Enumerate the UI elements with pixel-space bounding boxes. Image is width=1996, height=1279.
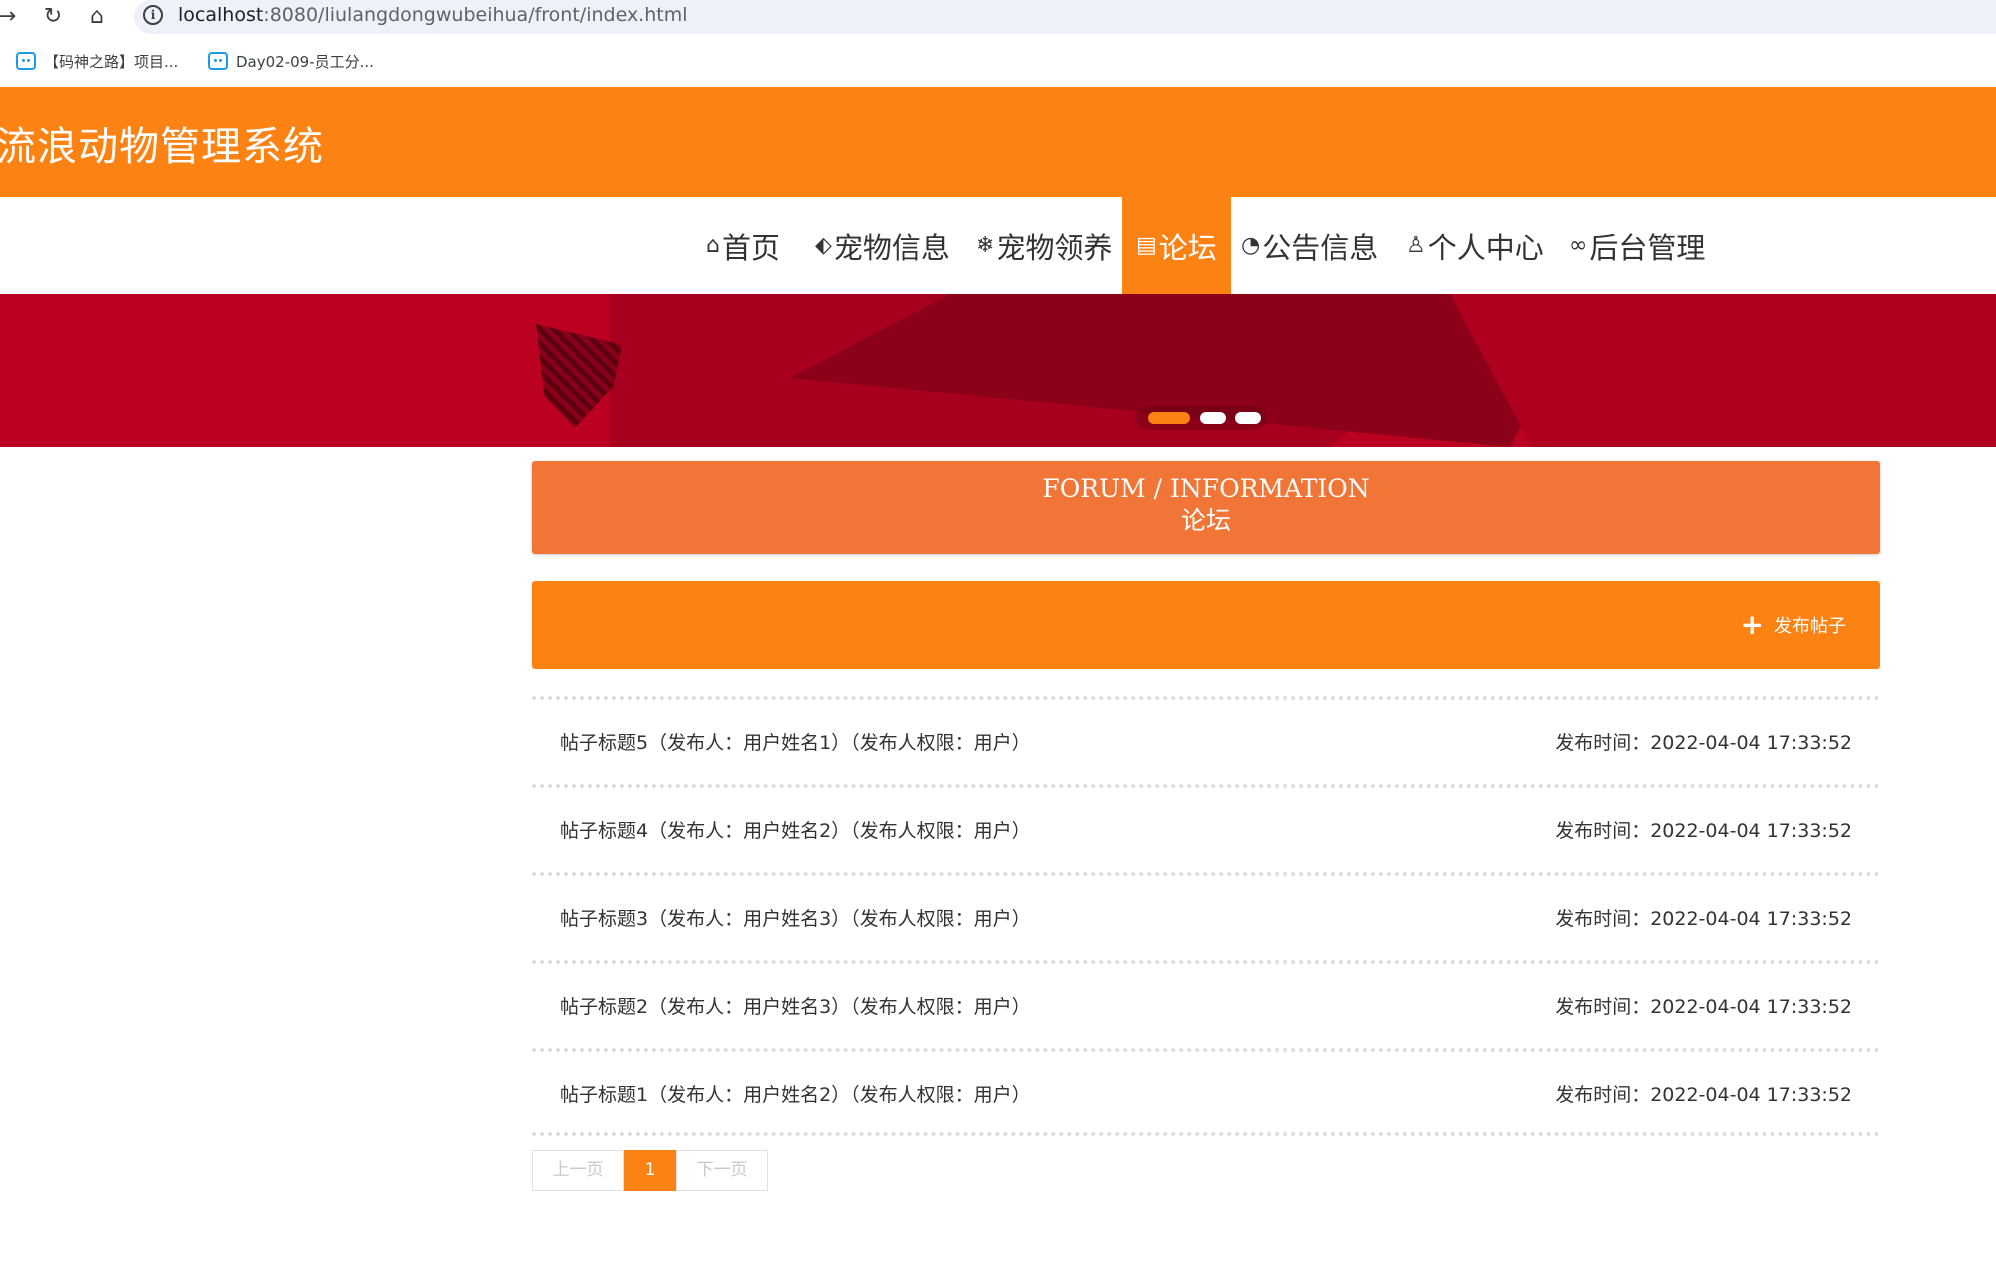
nav-label: 宠物信息 [833,230,950,265]
url-host: localhost [178,4,264,26]
post-time: 发布时间：2022-04-04 17:33:52 [1555,908,1852,930]
section-title-en: FORUM / INFORMATION [1042,474,1370,503]
site-info-icon[interactable]: i [143,5,163,25]
snowflake-icon: ❄ [976,233,995,258]
dashboard-icon: ◔ [1241,233,1261,258]
post-time: 发布时间：2022-04-04 17:33:52 [1555,732,1852,754]
nav-item-admin[interactable]: ∞ 后台管理 [1569,197,1705,294]
back-arrow-icon[interactable]: → [0,2,22,32]
post-title[interactable]: 帖子标题1（发布人：用户姓名2）（发布人权限：用户） [560,1080,1031,1107]
forum-action-bar: + 发布帖子 [532,581,1880,669]
main-nav: ⌂ 首页 ⬖ 宠物信息 ❄ 宠物领养 ▤ 论坛 ◔ 公告信息 ♙ 个人中心 ∞ 后台管理 [0,197,1996,294]
nav-item-announcements[interactable]: ◔ 公告信息 [1241,197,1378,294]
nav-item-forum[interactable]: ▤ 论坛 [1122,197,1231,294]
user-icon: ♙ [1406,233,1426,258]
bookmark-item[interactable]: Day02-09-员工分... [208,50,374,72]
banner-shield-graphic [536,324,622,428]
prev-page-button[interactable]: 上一页 [532,1150,624,1191]
nav-item-profile[interactable]: ♙ 个人中心 [1406,197,1544,294]
bookmarks-bar: 【码神之路】项目... Day02-09-员工分... [0,36,1996,86]
bookmark-label: Day02-09-员工分... [236,52,374,71]
list-item[interactable]: 帖子标题2（发布人：用户姓名3）（发布人权限：用户） 发布时间：2022-04-… [532,960,1880,1048]
pagination: 上一页 1 下一页 [532,1150,768,1191]
section-header: FORUM / INFORMATION 论坛 [532,461,1880,554]
reload-icon[interactable]: ↻ [38,2,68,32]
link-icon: ∞ [1569,233,1588,258]
nav-label: 个人中心 [1427,230,1544,265]
bookmark-label: 【码神之路】项目... [44,52,179,71]
bookmark-item[interactable]: 【码神之路】项目... [16,50,178,72]
section-title-cn: 论坛 [1180,506,1231,535]
url-path: :8080/liulangdongwubeihua/front/index.ht… [263,4,688,26]
nav-item-pet-adoption[interactable]: ❄ 宠物领养 [976,197,1112,294]
plus-icon: + [1740,608,1764,641]
carousel-dot[interactable] [1200,412,1226,424]
add-post-label: 发布帖子 [1774,616,1846,637]
post-title[interactable]: 帖子标题3（发布人：用户姓名3）（发布人权限：用户） [560,904,1031,931]
carousel-dot[interactable] [1148,412,1190,424]
nav-label: 首页 [721,230,780,265]
site-title: 流浪动物管理系统 [0,124,324,170]
nav-label: 宠物领养 [996,230,1113,265]
carousel-indicators [1136,406,1266,430]
nav-item-pet-info[interactable]: ⬖ 宠物信息 [815,197,950,294]
add-post-button[interactable]: + 发布帖子 [1741,611,1846,639]
browser-toolbar: → ↻ ⌂ i localhost:8080/liulangdongwubeih… [0,0,1996,36]
banner-carousel[interactable] [0,294,1996,447]
post-title[interactable]: 帖子标题2（发布人：用户姓名3）（发布人权限：用户） [560,992,1031,1019]
next-page-button[interactable]: 下一页 [676,1150,768,1191]
post-time: 发布时间：2022-04-04 17:33:52 [1555,820,1852,842]
bilibili-icon [208,52,228,70]
post-time: 发布时间：2022-04-04 17:33:52 [1555,1084,1852,1106]
carousel-dot[interactable] [1235,412,1261,424]
nav-label: 公告信息 [1262,230,1379,265]
list-item[interactable]: 帖子标题3（发布人：用户姓名3）（发布人权限：用户） 发布时间：2022-04-… [532,872,1880,960]
home-icon: ⌂ [706,233,720,258]
banner-decoration [1450,294,1996,447]
tag-icon: ⬖ [815,233,832,258]
home-icon[interactable]: ⌂ [82,2,112,32]
list-item[interactable]: 帖子标题5（发布人：用户姓名1）（发布人权限：用户） 发布时间：2022-04-… [532,696,1880,784]
post-time: 发布时间：2022-04-04 17:33:52 [1555,996,1852,1018]
post-list: 帖子标题5（发布人：用户姓名1）（发布人权限：用户） 发布时间：2022-04-… [532,696,1880,1136]
site-header: 流浪动物管理系统 [0,87,1996,197]
nav-label: 后台管理 [1589,230,1706,265]
list-item[interactable]: 帖子标题1（发布人：用户姓名2）（发布人权限：用户） 发布时间：2022-04-… [532,1048,1880,1136]
page-number-button[interactable]: 1 [624,1150,676,1191]
post-title[interactable]: 帖子标题4（发布人：用户姓名2）（发布人权限：用户） [560,816,1031,843]
clipboard-icon: ▤ [1136,233,1157,258]
list-item[interactable]: 帖子标题4（发布人：用户姓名2）（发布人权限：用户） 发布时间：2022-04-… [532,784,1880,872]
nav-label: 论坛 [1158,230,1217,265]
url-text[interactable]: localhost:8080/liulangdongwubeihua/front… [178,4,688,26]
bilibili-icon [16,52,36,70]
nav-item-home[interactable]: ⌂ 首页 [706,197,780,294]
post-title[interactable]: 帖子标题5（发布人：用户姓名1）（发布人权限：用户） [560,728,1031,755]
